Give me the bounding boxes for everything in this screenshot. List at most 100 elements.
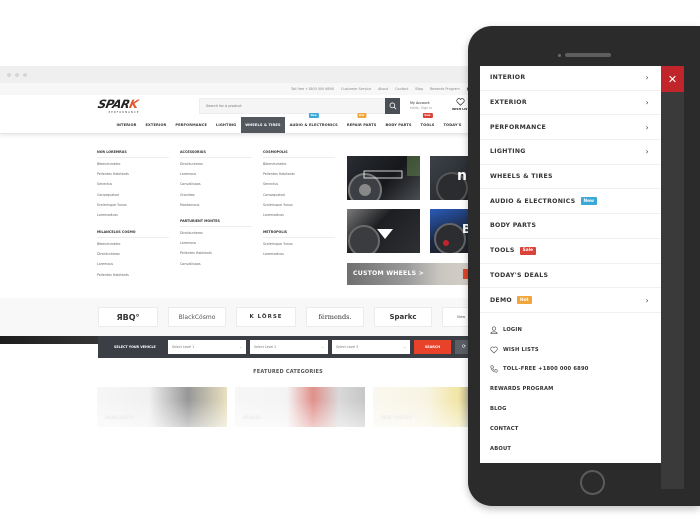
mega-menu-link[interactable]: Bibendumetro	[263, 162, 335, 172]
phone-mockup: INTERIOR › EXTERIOR › PERFORMANCE › LIGHTING › W…	[468, 26, 700, 506]
vehicle-search-button[interactable]: SEARCH	[414, 340, 451, 354]
camera-icon	[558, 54, 561, 57]
mega-menu-link[interactable]: Bibendumetro	[97, 162, 169, 172]
chevron-right-icon[interactable]: ›	[646, 98, 650, 107]
mega-menu-link[interactable]: Loremous	[180, 241, 252, 251]
mega-menu-link[interactable]: Pellentes Habitants	[263, 172, 335, 182]
nav-item-exterior[interactable]: EXTERIOR	[141, 117, 171, 133]
nav-label: REPAIR PARTS	[346, 123, 377, 127]
close-menu-button[interactable]: ✕	[661, 66, 684, 92]
mega-menu-link[interactable]: Loremous	[180, 172, 252, 182]
mobile-menu-item-today-s-deals[interactable]: TODAY'S DEALS	[480, 264, 661, 289]
search-input[interactable]	[200, 104, 385, 108]
promo-image-wheel[interactable]	[347, 209, 420, 253]
mega-menu-link[interactable]: Dincidunteros	[97, 252, 169, 262]
mega-menu-link[interactable]: Scelerisque Yunus	[263, 203, 335, 213]
mobile-util-wish-lists[interactable]: WISH LISTS	[480, 340, 661, 360]
mobile-menu-item-audio-electronics[interactable]: AUDIO & ELECTRONICS New	[480, 189, 661, 215]
nav-item-interior[interactable]: INTERIOR	[112, 117, 141, 133]
select-level-1[interactable]: Select Level 1 ⌄	[168, 340, 246, 354]
mobile-util-toll-free-1800-000-6890[interactable]: TOLL-FREE +1800 000 6890	[480, 359, 661, 379]
mega-menu-link[interactable]: Dincidunteros	[180, 162, 252, 172]
mobile-menu-item-wheels-tires[interactable]: WHEELS & TIRES	[480, 165, 661, 190]
mobile-util-contact[interactable]: CONTACT	[480, 419, 661, 439]
mega-menu-link[interactable]: Loremodicas	[263, 252, 335, 262]
nav-item-repair-parts[interactable]: REPAIR PARTS Hot	[342, 113, 381, 133]
mega-menu-link[interactable]: Convallisaos	[180, 182, 252, 192]
site-header: SPARK PERFORMANCE My Account Hello, Sign…	[0, 95, 480, 117]
mega-menu-link[interactable]: Senectus	[97, 182, 169, 192]
mobile-util-rewards-program[interactable]: REWARDS PROGRAM	[480, 379, 661, 399]
wishlist-link[interactable]: WISH LIST	[452, 98, 469, 111]
promo-image-wheel[interactable]	[347, 156, 420, 200]
mobile-menu-item-interior[interactable]: INTERIOR ›	[480, 66, 661, 91]
select-level-2[interactable]: Select Level 2 ⌄	[250, 340, 328, 354]
nav-item-performance[interactable]: PERFORMANCE	[171, 117, 212, 133]
mega-menu-link[interactable]: Consequatod	[97, 193, 169, 203]
mega-column-heading[interactable]: ACCESSORIUS	[180, 150, 252, 158]
mobile-menu-item-demo[interactable]: DEMO Hot ›	[480, 288, 661, 313]
logo-subtitle: PERFORMANCE	[108, 111, 140, 114]
mega-column-heading[interactable]: PARTURIENT MONTES	[180, 219, 252, 227]
chevron-right-icon[interactable]: ›	[646, 73, 650, 82]
mega-column-heading[interactable]: NOR LOREMRUS	[97, 150, 169, 158]
nav-item-today-s[interactable]: TODAY'S	[439, 117, 466, 133]
nav-item-wheels-tires[interactable]: WHEELS & TIRES	[240, 117, 286, 133]
search-button[interactable]	[385, 98, 400, 114]
mega-menu-link[interactable]: Consequatod	[263, 193, 335, 203]
account-menu[interactable]: My Account Hello, Sign in	[410, 101, 432, 111]
nav-item-body-parts[interactable]: BODY PARTS	[381, 117, 416, 133]
mega-menu-link[interactable]: Pellentes Habitants	[97, 172, 169, 182]
topbar-link-tollfree[interactable]: Toll free +1800 000 6890	[291, 87, 334, 91]
topbar-link-rewards[interactable]: Rewards Program	[430, 87, 460, 91]
mobile-menu-item-lighting[interactable]: LIGHTING ›	[480, 140, 661, 165]
topbar-link-customer-service[interactable]: Customer Service	[341, 87, 371, 91]
mega-menu-link[interactable]: Scelerisque Yunus	[263, 242, 335, 252]
mega-column-heading[interactable]: METROPOLIS	[263, 230, 335, 238]
chevron-right-icon[interactable]: ›	[646, 123, 650, 132]
nav-item-lighting[interactable]: LIGHTING	[212, 117, 241, 133]
mega-menu-link[interactable]: Pellentes Habitants	[180, 251, 252, 261]
mobile-util-login[interactable]: LOGIN	[480, 320, 661, 340]
home-button[interactable]	[580, 470, 605, 495]
mobile-menu-item-exterior[interactable]: EXTERIOR ›	[480, 91, 661, 116]
topbar-link-blog[interactable]: Blog	[415, 87, 423, 91]
brand-logo-sparkc[interactable]: Sparkc	[374, 307, 432, 327]
nav-label: AUDIO & ELECTRONICS	[289, 123, 338, 127]
phone-icon	[490, 365, 503, 373]
topbar-link-about[interactable]: About	[378, 87, 388, 91]
mega-menu-link[interactable]: Convallisaos	[180, 262, 252, 272]
mega-column-heading[interactable]: COSMOPOLIS	[263, 150, 335, 158]
mega-column-heading[interactable]: MILANCELOS COSMO	[97, 230, 169, 238]
mega-menu-link[interactable]: Loremodicas	[263, 213, 335, 223]
brand-logo-fermends[interactable]: férmends.	[306, 307, 364, 327]
site-logo[interactable]: SPARK PERFORMANCE	[97, 97, 168, 114]
mobile-menu-item-performance[interactable]: PERFORMANCE ›	[480, 115, 661, 141]
mega-menu-link[interactable]: Scelerisque Yunus	[97, 203, 169, 213]
brand-logo-klorse[interactable]: K LÖRSE	[236, 307, 296, 327]
mega-menu-link[interactable]: Pellentes Habitants	[97, 273, 169, 283]
nav-item-tools[interactable]: TOOLS Sale	[416, 113, 439, 133]
mega-menu-link[interactable]: Dincidunteros	[180, 231, 252, 241]
mobile-menu-item-tools[interactable]: TOOLS Sale	[480, 239, 661, 264]
brand-logo-rbq[interactable]: ЯBQ°	[98, 307, 158, 327]
mega-menu-link[interactable]: Loremodicas	[97, 213, 169, 223]
mobile-menu-item-body-parts[interactable]: BODY PARTS	[480, 214, 661, 239]
brand-logo-blackcosmo[interactable]: BlackCósmo	[168, 307, 226, 327]
select-level-3[interactable]: Select Level 3 ⌄	[332, 340, 410, 354]
mobile-util-blog[interactable]: BLOG	[480, 399, 661, 419]
chevron-right-icon[interactable]: ›	[646, 296, 650, 305]
topbar-link-contact[interactable]: Contact	[395, 87, 408, 91]
search-bar	[199, 98, 400, 114]
mobile-util-about[interactable]: ABOUT	[480, 439, 661, 459]
mega-menu-link[interactable]: Montomous	[180, 203, 252, 213]
mega-menu-link[interactable]: Senectus	[263, 182, 335, 192]
mega-menu-link[interactable]: Loremous	[97, 262, 169, 272]
nav-label: LIGHTING	[216, 123, 237, 127]
nav-item-audio-electronics[interactable]: AUDIO & ELECTRONICS New	[285, 113, 342, 133]
mega-menu-link[interactable]: Gravidas	[180, 193, 252, 203]
custom-wheels-banner[interactable]: CUSTOM WHEELS >	[347, 263, 480, 285]
mega-menu-link[interactable]: Bibendumetro	[97, 242, 169, 252]
account-subtitle: Hello, Sign in	[410, 106, 433, 110]
chevron-right-icon[interactable]: ›	[646, 147, 650, 156]
